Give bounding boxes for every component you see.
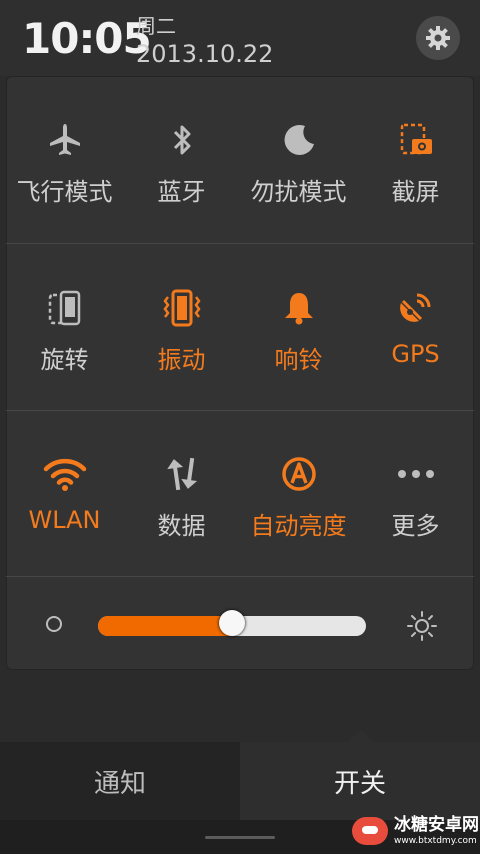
toggle-auto-brightness[interactable]: 自动亮度 <box>240 410 357 576</box>
status-header: 10:05 周二 2013.10.22 <box>0 0 480 76</box>
moon-icon <box>284 124 314 155</box>
toggle-bluetooth[interactable]: 蓝牙 <box>123 76 240 242</box>
date-label: 2013.10.22 <box>136 40 274 68</box>
clock-time: 10:05 <box>22 14 152 63</box>
bell-icon <box>284 293 313 325</box>
toggle-screenshot[interactable]: 截屏 <box>357 76 474 242</box>
panel-background <box>0 670 480 742</box>
bluetooth-icon <box>173 125 190 155</box>
toggle-label: 响铃 <box>274 346 323 374</box>
brightness-slider-thumb[interactable] <box>219 610 245 636</box>
toggle-vibrate[interactable]: 振动 <box>123 244 240 410</box>
toggle-label: 飞行模式 <box>16 178 113 206</box>
selected-tab-pointer <box>348 730 374 742</box>
more-icon <box>397 470 434 478</box>
drag-handle[interactable] <box>205 836 275 839</box>
toggle-ringer[interactable]: 响铃 <box>240 244 357 410</box>
watermark-name: 冰糖安卓网 <box>394 814 479 835</box>
toggle-label: 振动 <box>157 346 206 374</box>
toggle-row: 旋转 振动 响铃 GPS <box>6 244 474 410</box>
watermark-url: www.btxtdmy.com <box>394 835 477 846</box>
brightness-slider-fill <box>98 616 232 636</box>
brightness-low-icon <box>46 616 62 632</box>
toggle-wlan[interactable]: WLAN <box>6 410 123 576</box>
watermark: 冰糖安卓网 www.btxtdmy.com <box>352 808 480 854</box>
toggle-label: 旋转 <box>40 346 89 374</box>
rotate-icon <box>48 290 80 326</box>
toggle-label: 更多 <box>391 512 440 540</box>
toggle-label: 自动亮度 <box>250 512 347 540</box>
watermark-logo <box>352 817 388 845</box>
toggle-mobile-data[interactable]: 数据 <box>123 410 240 576</box>
divider <box>6 576 474 577</box>
tab-notifications[interactable]: 通知 <box>0 742 240 820</box>
settings-button[interactable] <box>416 16 460 60</box>
brightness-high-icon <box>407 611 437 641</box>
toggle-more[interactable]: 更多 <box>357 410 474 576</box>
toggle-label: WLAN <box>28 506 101 534</box>
screenshot-icon <box>400 123 432 155</box>
toggle-label: 蓝牙 <box>157 178 206 206</box>
quick-settings-panel: 飞行模式 蓝牙 勿扰模式 截屏 旋转 振动 响铃 GPS WLAN 数据 自动亮… <box>6 76 474 670</box>
toggle-row: WLAN 数据 自动亮度 更多 <box>6 410 474 576</box>
toggle-do-not-disturb[interactable]: 勿扰模式 <box>240 76 357 242</box>
data-icon <box>166 457 197 491</box>
toggle-gps[interactable]: GPS <box>357 244 474 410</box>
toggle-row: 飞行模式 蓝牙 勿扰模式 截屏 <box>6 76 474 242</box>
toggle-rotation[interactable]: 旋转 <box>6 244 123 410</box>
brightness-control <box>6 578 474 670</box>
toggle-label: 截屏 <box>391 178 440 206</box>
auto-brightness-icon <box>281 457 316 491</box>
airplane-icon <box>49 124 80 155</box>
toggle-airplane-mode[interactable]: 飞行模式 <box>6 76 123 242</box>
wifi-icon <box>43 458 86 491</box>
toggle-label: GPS <box>391 340 440 368</box>
weekday-label: 周二 <box>136 14 176 38</box>
toggle-label: 数据 <box>157 512 206 540</box>
gps-icon <box>399 293 430 322</box>
toggle-label: 勿扰模式 <box>250 178 347 206</box>
gear-icon <box>426 26 450 50</box>
vibrate-icon <box>162 289 201 327</box>
